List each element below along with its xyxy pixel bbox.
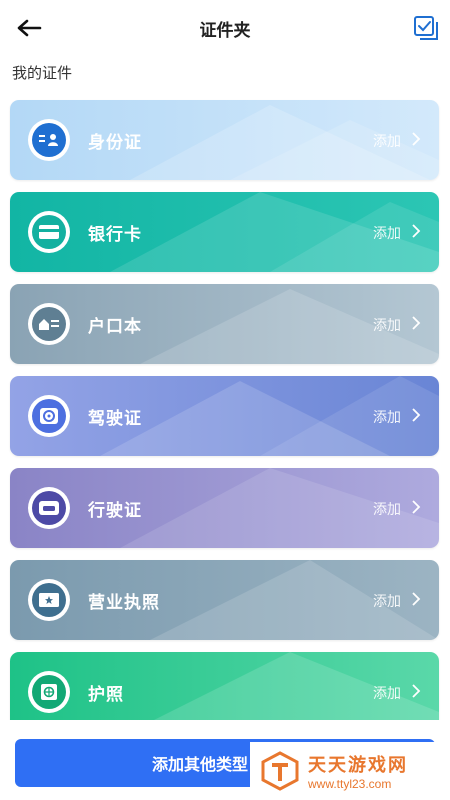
id-card-icon — [32, 123, 66, 157]
card-vehicle-license[interactable]: 行驶证 添加 — [10, 468, 439, 548]
card-name: 身份证 — [88, 133, 142, 152]
chevron-right-icon — [412, 684, 421, 698]
watermark: 天天游戏网 www.ttyl23.com — [250, 742, 450, 800]
passport-icon — [32, 675, 66, 709]
back-arrow-icon — [17, 19, 42, 37]
add-button[interactable]: 添加 — [373, 131, 401, 151]
top-bar: 证件夹 — [0, 0, 450, 56]
card-bank-card[interactable]: 银行卡 添加 — [10, 192, 439, 272]
add-button[interactable]: 添加 — [373, 499, 401, 519]
watermark-logo-icon — [261, 751, 299, 791]
card-household-register[interactable]: 户口本 添加 — [10, 284, 439, 364]
page-title: 证件夹 — [199, 20, 251, 40]
back-button[interactable] — [14, 14, 44, 42]
chevron-right-icon — [412, 408, 421, 422]
add-button[interactable]: 添加 — [373, 315, 401, 335]
bank-card-icon — [32, 215, 66, 249]
chevron-right-icon — [412, 132, 421, 146]
steering-wheel-icon — [32, 399, 66, 433]
card-name: 行驶证 — [88, 501, 142, 520]
card-name: 营业执照 — [88, 593, 160, 612]
watermark-title: 天天游戏网 — [308, 755, 408, 775]
card-name: 护照 — [88, 685, 124, 704]
section-title: 我的证件 — [12, 65, 73, 82]
chevron-right-icon — [412, 316, 421, 330]
watermark-url: www.ttyl23.com — [308, 777, 392, 791]
add-button[interactable]: 添加 — [373, 683, 401, 703]
card-business-license[interactable]: 营业执照 添加 — [10, 560, 439, 640]
add-button[interactable]: 添加 — [373, 223, 401, 243]
car-icon — [32, 491, 66, 525]
add-other-type-label: 添加其他类型 — [152, 757, 249, 774]
card-drivers-license[interactable]: 驾驶证 添加 — [10, 376, 439, 456]
add-button[interactable]: 添加 — [373, 591, 401, 611]
add-button[interactable]: 添加 — [373, 407, 401, 427]
household-icon — [32, 307, 66, 341]
license-icon — [32, 583, 66, 617]
card-name: 户口本 — [88, 317, 142, 336]
card-name: 银行卡 — [88, 225, 142, 244]
chevron-right-icon — [412, 592, 421, 606]
chevron-right-icon — [412, 224, 421, 238]
select-checkbox-icon[interactable] — [412, 14, 440, 42]
chevron-right-icon — [412, 500, 421, 514]
card-id-card[interactable]: 身份证 添加 — [10, 100, 439, 180]
card-name: 驾驶证 — [88, 409, 142, 428]
